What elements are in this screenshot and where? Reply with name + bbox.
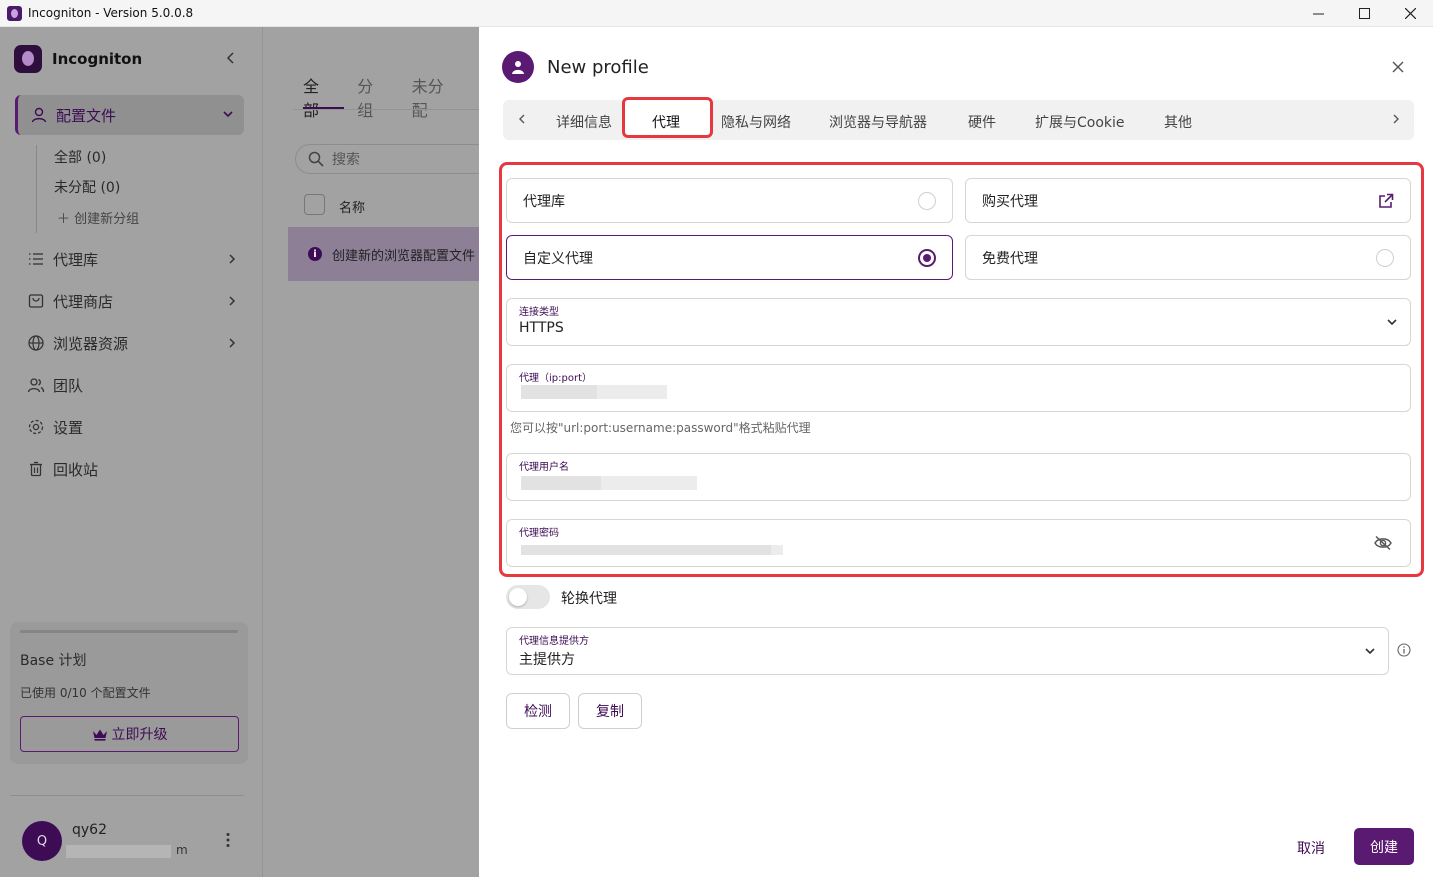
maximize-button[interactable] [1341, 0, 1387, 27]
minimize-button[interactable] [1295, 0, 1341, 27]
drawer-title: New profile [547, 57, 649, 78]
search-icon [308, 151, 324, 167]
tab-browser-navigator[interactable]: 浏览器与导航器 [829, 112, 927, 132]
info-icon: i [308, 247, 322, 261]
tab-hardware[interactable]: 硬件 [968, 112, 996, 132]
tab-details[interactable]: 详细信息 [556, 112, 612, 132]
sidebar-item-proxy-store[interactable]: 代理商店 [27, 286, 247, 316]
usage-bar [20, 630, 238, 633]
tab-all[interactable]: 全部 [303, 73, 329, 121]
tab-groups[interactable]: 分组 [357, 73, 383, 121]
sub-item-unassigned[interactable]: 未分配 (0) [54, 177, 120, 197]
list-icon [29, 253, 43, 265]
tab-privacy-network[interactable]: 隐私与网络 [721, 112, 791, 132]
close-icon [1404, 8, 1416, 19]
plus-icon: ＋ [57, 212, 75, 227]
search-input[interactable]: 搜索 [295, 144, 495, 174]
field-label: 代理信息提供方 [519, 636, 589, 647]
search-placeholder: 搜索 [332, 152, 360, 168]
team-icon [27, 378, 45, 393]
tab-extensions-cookie[interactable]: 扩展与Cookie [1035, 112, 1125, 132]
profile-avatar-icon [502, 51, 534, 83]
globe-icon [28, 335, 44, 351]
rotate-proxy-label: 轮换代理 [561, 591, 617, 607]
sidebar-item-profiles[interactable]: 配置文件 [15, 95, 244, 135]
check-proxy-button[interactable]: 检测 [506, 693, 570, 729]
minimize-icon [1312, 13, 1324, 15]
user-email-tail: m [176, 843, 188, 857]
create-profile-banner: i 创建新的浏览器配置文件 [288, 227, 488, 281]
app-brand: Incogniton [14, 45, 142, 73]
app-logo-icon [14, 45, 42, 73]
more-vertical-icon[interactable] [225, 832, 231, 848]
create-group-button[interactable]: ＋ 创建新分组 [57, 208, 139, 227]
sidebar-item-label: 设置 [53, 418, 84, 437]
tabs-divider [293, 109, 483, 110]
copy-proxy-button[interactable]: 复制 [578, 693, 642, 729]
upgrade-label: 立即升级 [111, 727, 168, 743]
maximize-icon [1358, 8, 1370, 19]
avatar[interactable]: Q [22, 821, 62, 861]
create-group-label: 创建新分组 [74, 212, 140, 227]
app-name: Incogniton [52, 50, 143, 68]
new-profile-drawer: New profile 详细信息 代理 隐私与网络 浏览器与导航器 硬件 扩展与… [479, 27, 1433, 877]
tab-highlight-annotation [622, 97, 713, 138]
profiles-panel: 全部 分组 未分配 搜索 名称 i 创建新的浏览器配置文件 [262, 27, 495, 877]
sidebar-item-label: 配置文件 [56, 106, 117, 125]
section-highlight-annotation [499, 162, 1424, 577]
sidebar-item-trash[interactable]: 回收站 [27, 454, 247, 484]
close-window-button[interactable] [1387, 0, 1433, 27]
plan-title: Base 计划 [20, 653, 87, 669]
rotate-proxy-toggle[interactable] [506, 585, 550, 609]
tree-line [36, 145, 37, 233]
user-icon [31, 107, 47, 123]
sidebar-item-label: 团队 [53, 376, 84, 395]
plan-card: Base 计划 已使用 0/10 个配置文件 立即升级 [10, 622, 248, 764]
crown-icon [92, 729, 107, 741]
chevron-right-icon [229, 254, 236, 264]
gear-icon [28, 419, 44, 435]
banner-text: 创建新的浏览器配置文件 [332, 248, 476, 264]
tab-unassigned[interactable]: 未分配 [412, 73, 451, 121]
sidebar-item-browser-resources[interactable]: 浏览器资源 [27, 328, 247, 358]
window-title: Incogniton - Version 5.0.0.8 [28, 6, 194, 20]
provider-value: 主提供方 [519, 652, 575, 668]
upgrade-button[interactable]: 立即升级 [20, 716, 239, 752]
sidebar: Incogniton 配置文件 全部 (0) 未分配 (0) ＋ 创建新分组 代… [0, 27, 262, 877]
sidebar-item-label: 代理商店 [53, 292, 114, 311]
sidebar-item-settings[interactable]: 设置 [27, 412, 247, 442]
create-button[interactable]: 创建 [1354, 828, 1414, 865]
plan-usage: 已使用 0/10 个配置文件 [20, 686, 151, 700]
sidebar-item-proxy-library[interactable]: 代理库 [27, 244, 247, 274]
info-icon[interactable] [1397, 643, 1411, 657]
store-icon [28, 294, 44, 308]
sidebar-item-label: 代理库 [53, 250, 99, 269]
close-icon[interactable] [1392, 61, 1404, 73]
proxy-provider-select[interactable]: 代理信息提供方 主提供方 [506, 627, 1389, 675]
divider [10, 795, 244, 796]
chevron-right-icon [229, 338, 236, 348]
sidebar-item-label: 回收站 [53, 460, 99, 479]
window-titlebar: Incogniton - Version 5.0.0.8 [0, 0, 1433, 27]
chevron-left-icon[interactable] [517, 113, 527, 125]
redacted-text [66, 845, 171, 858]
user-email: m [66, 843, 188, 859]
tab-other[interactable]: 其他 [1164, 112, 1192, 132]
cancel-button[interactable]: 取消 [1297, 838, 1325, 858]
chevron-right-icon [229, 296, 236, 306]
user-name: qy62 [72, 822, 107, 838]
app-logo-icon [7, 5, 22, 21]
sidebar-item-label: 浏览器资源 [53, 334, 129, 353]
chevron-left-icon[interactable] [225, 51, 237, 65]
trash-icon [30, 461, 42, 477]
chevron-down-icon [223, 111, 233, 118]
select-all-checkbox[interactable] [304, 194, 325, 215]
sidebar-item-team[interactable]: 团队 [27, 370, 247, 400]
chevron-right-icon[interactable] [1391, 113, 1401, 125]
chevron-down-icon [1365, 648, 1375, 655]
sub-item-all[interactable]: 全部 (0) [54, 147, 106, 167]
profile-tabs: 全部 分组 未分配 [303, 73, 479, 121]
column-header-name: 名称 [339, 201, 366, 216]
active-tab-indicator [303, 107, 344, 109]
